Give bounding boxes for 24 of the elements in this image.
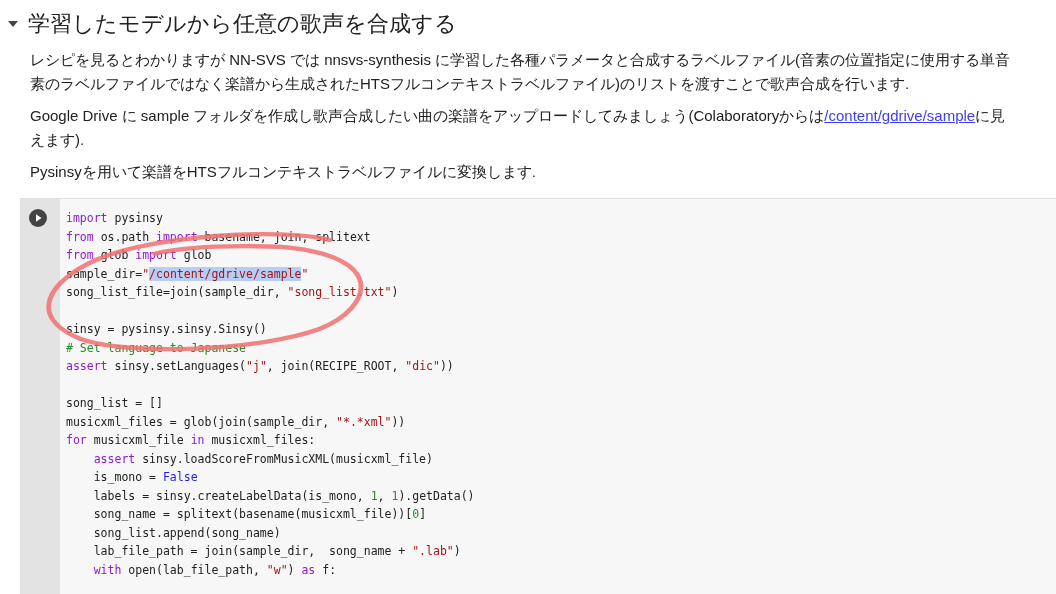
- code-line: for musicxml_file in musicxml_files:: [66, 432, 316, 449]
- code-line: is_mono = False: [93, 469, 198, 486]
- code-line: song_list = []: [66, 395, 163, 412]
- paragraph: レシピを見るとわかりますが NN-SVS では nnsvs-synthesis に学習した各種パラメータと合成するラベルファイル(音素の位置指定に使用する単音素のラベルファイルではなく楽譜から生成されたHTSフルコンテキストラベルファイル)のリストを渡すことで歌声合成を行います.: [30, 50, 1012, 94]
- code-line: from glob import glob: [66, 247, 212, 264]
- collapse-caret-icon[interactable]: [8, 21, 18, 27]
- paragraph: Google Drive に sample フォルダを作成し歌声合成したい曲の楽譜をアップロードしてみましょう(Colaboratoryからは/content/gdrive/sampleに見えます).: [30, 106, 1007, 150]
- code-line: assert sinsy.loadScoreFromMusicXML(musicxml_file): [93, 450, 433, 468]
- run-button[interactable]: [29, 209, 47, 227]
- path-link[interactable]: /content/gdrive/sample: [824, 107, 976, 124]
- code-line: musicxml_files = glob(join(sample_dir, "*.*xml")): [66, 413, 406, 431]
- code-line: with open(lab_file_path, "w") as f:: [93, 561, 337, 579]
- section-title: 学習したモデルから任意の歌声を合成する: [28, 10, 457, 38]
- paragraph: Pysinsyを用いて楽譜をHTSフルコンテキストラベルファイルに変換します.: [30, 162, 537, 182]
- code-line: from os.path import basename, join, splitext: [66, 228, 371, 246]
- code-line: lab_file_path = join(sample_dir, song_name + ".lab"): [93, 543, 461, 560]
- code-line: import pysinsy: [66, 210, 163, 227]
- code-line: sample_dir="/content/gdrive/sample": [66, 265, 309, 283]
- code-line: sinsy = pysinsy.sinsy.Sinsy(): [66, 321, 267, 338]
- code-line: song_name = splitext(basename(musicxml_file))[0]: [93, 506, 427, 523]
- code-line: labels = sinsy.createLabelData(is_mono, 1, 1).getData(): [93, 487, 475, 505]
- code-line: assert sinsy.setLanguages("j", join(RECIPE_ROOT, "dic")): [66, 358, 454, 375]
- code-line: song_list.append(song_name): [93, 524, 281, 542]
- code-line: song_list_file=join(sample_dir, "song_list.txt"): [66, 284, 399, 301]
